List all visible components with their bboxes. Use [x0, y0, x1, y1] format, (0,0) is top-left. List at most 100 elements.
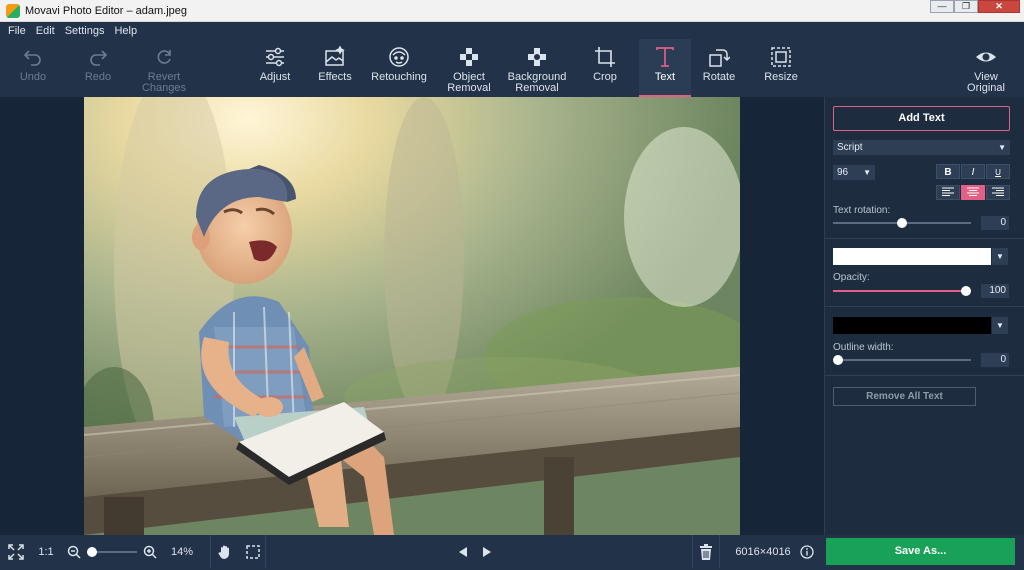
- hand-tool-button[interactable]: [210, 535, 238, 568]
- divider: [825, 238, 1024, 239]
- text-tool[interactable]: Text: [639, 39, 691, 97]
- chevron-down-icon: ▼: [998, 143, 1006, 152]
- photo-image[interactable]: [84, 97, 740, 535]
- fill-color-swatch[interactable]: [833, 248, 991, 265]
- text-label: Text: [654, 71, 676, 83]
- background-removal-label: Background Removal: [507, 71, 567, 94]
- crop-label: Crop: [593, 71, 617, 83]
- remove-all-text-button[interactable]: Remove All Text: [833, 387, 976, 406]
- font-size-select[interactable]: 96 ▼: [833, 165, 875, 180]
- delete-button[interactable]: [692, 535, 720, 568]
- retouching-tool[interactable]: Retouching: [366, 39, 432, 97]
- object-removal-label: Object Removal: [447, 71, 491, 94]
- text-icon: [653, 45, 677, 69]
- text-rotation-slider[interactable]: [833, 218, 971, 228]
- align-right-button[interactable]: [986, 185, 1010, 200]
- retouching-label: Retouching: [371, 71, 427, 83]
- zoom-slider[interactable]: [86, 535, 138, 568]
- info-icon[interactable]: [798, 535, 816, 568]
- zoom-level: 14%: [170, 545, 194, 558]
- view-original-label: View Original: [967, 71, 1005, 94]
- image-dimensions: 6016×4016: [735, 545, 791, 558]
- resize-tool[interactable]: Resize: [756, 39, 806, 97]
- next-image-button[interactable]: [478, 535, 496, 568]
- crop-icon: [593, 45, 617, 69]
- save-as-button[interactable]: Save As...: [826, 538, 1015, 565]
- menu-edit[interactable]: Edit: [36, 25, 55, 37]
- background-removal-icon: [525, 45, 549, 69]
- zoom-in-icon[interactable]: [140, 535, 160, 568]
- divider: [825, 375, 1024, 376]
- redo-button[interactable]: Redo: [73, 39, 123, 97]
- opacity-slider[interactable]: [833, 286, 971, 296]
- add-text-button[interactable]: Add Text: [833, 106, 1010, 131]
- canvas-area[interactable]: [0, 97, 824, 535]
- fit-to-screen-button[interactable]: [4, 535, 28, 568]
- selection-icon: [245, 544, 260, 559]
- expand-icon: [8, 543, 24, 560]
- window-title: Movavi Photo Editor – adam.jpeg: [25, 4, 188, 17]
- redo-label: Redo: [84, 71, 112, 83]
- menu-bar: File Edit Settings Help: [0, 22, 1024, 39]
- chevron-down-icon[interactable]: ▼: [992, 317, 1008, 334]
- chevron-down-icon[interactable]: ▼: [992, 248, 1008, 265]
- italic-button[interactable]: I: [961, 164, 985, 179]
- text-rotation-value[interactable]: 0: [981, 216, 1009, 230]
- trash-icon: [700, 543, 712, 560]
- revert-changes-button[interactable]: Revert Changes: [133, 39, 195, 97]
- view-original-button[interactable]: View Original: [958, 39, 1014, 97]
- underline-button[interactable]: U: [986, 164, 1010, 179]
- undo-button[interactable]: Undo: [8, 39, 58, 97]
- sliders-icon: [263, 45, 287, 69]
- minimize-button[interactable]: —: [930, 0, 954, 13]
- menu-help[interactable]: Help: [114, 25, 137, 37]
- adjust-label: Adjust: [259, 71, 291, 83]
- maximize-button[interactable]: ❐: [954, 0, 978, 13]
- font-select[interactable]: Script ▼: [833, 140, 1010, 155]
- object-removal-tool[interactable]: Object Removal: [440, 39, 498, 97]
- effects-label: Effects: [318, 71, 352, 83]
- menu-settings[interactable]: Settings: [65, 25, 105, 37]
- app-logo-icon: [6, 3, 20, 18]
- hand-icon: [217, 545, 229, 559]
- outline-width-slider[interactable]: [833, 355, 971, 365]
- close-button[interactable]: ✕: [978, 0, 1020, 13]
- rotate-icon: [707, 45, 731, 69]
- previous-image-button[interactable]: [454, 535, 472, 568]
- undo-icon: [21, 45, 45, 69]
- align-left-button[interactable]: [936, 185, 960, 200]
- font-size-value: 96: [837, 167, 849, 178]
- revert-icon: [152, 45, 176, 69]
- slider-handle[interactable]: [833, 355, 843, 365]
- slider-handle[interactable]: [897, 218, 907, 228]
- toolbar: Undo Redo Revert Changes Adjust Effects …: [0, 39, 1024, 97]
- triangle-left-icon: [459, 546, 467, 557]
- zoom-out-icon[interactable]: [64, 535, 84, 568]
- bold-button[interactable]: B: [936, 164, 960, 179]
- opacity-value[interactable]: 100: [981, 284, 1009, 298]
- zoom-handle[interactable]: [87, 546, 97, 557]
- redo-icon: [86, 45, 110, 69]
- align-center-icon: [967, 187, 979, 196]
- rotate-tool[interactable]: Rotate: [695, 39, 743, 97]
- align-right-icon: [992, 187, 1004, 196]
- menu-file[interactable]: File: [8, 25, 26, 37]
- effects-tool[interactable]: Effects: [310, 39, 360, 97]
- divider: [825, 306, 1024, 307]
- slider-handle[interactable]: [961, 286, 971, 296]
- crop-tool[interactable]: Crop: [582, 39, 628, 97]
- resize-label: Resize: [764, 71, 798, 83]
- selection-tool-button[interactable]: [240, 535, 266, 568]
- revert-label: Revert Changes: [141, 71, 187, 94]
- outline-color-swatch[interactable]: [833, 317, 991, 334]
- face-icon: [387, 45, 411, 69]
- adjust-tool[interactable]: Adjust: [250, 39, 300, 97]
- actual-size-button[interactable]: 1:1: [32, 535, 60, 568]
- chevron-down-icon: ▼: [863, 168, 871, 177]
- window-controls: — ❐ ✕: [930, 0, 1020, 13]
- title-bar: Movavi Photo Editor – adam.jpeg — ❐ ✕: [0, 0, 1024, 22]
- align-center-button[interactable]: [961, 185, 985, 200]
- outline-width-value[interactable]: 0: [981, 353, 1009, 367]
- background-removal-tool[interactable]: Background Removal: [504, 39, 570, 97]
- undo-label: Undo: [19, 71, 47, 83]
